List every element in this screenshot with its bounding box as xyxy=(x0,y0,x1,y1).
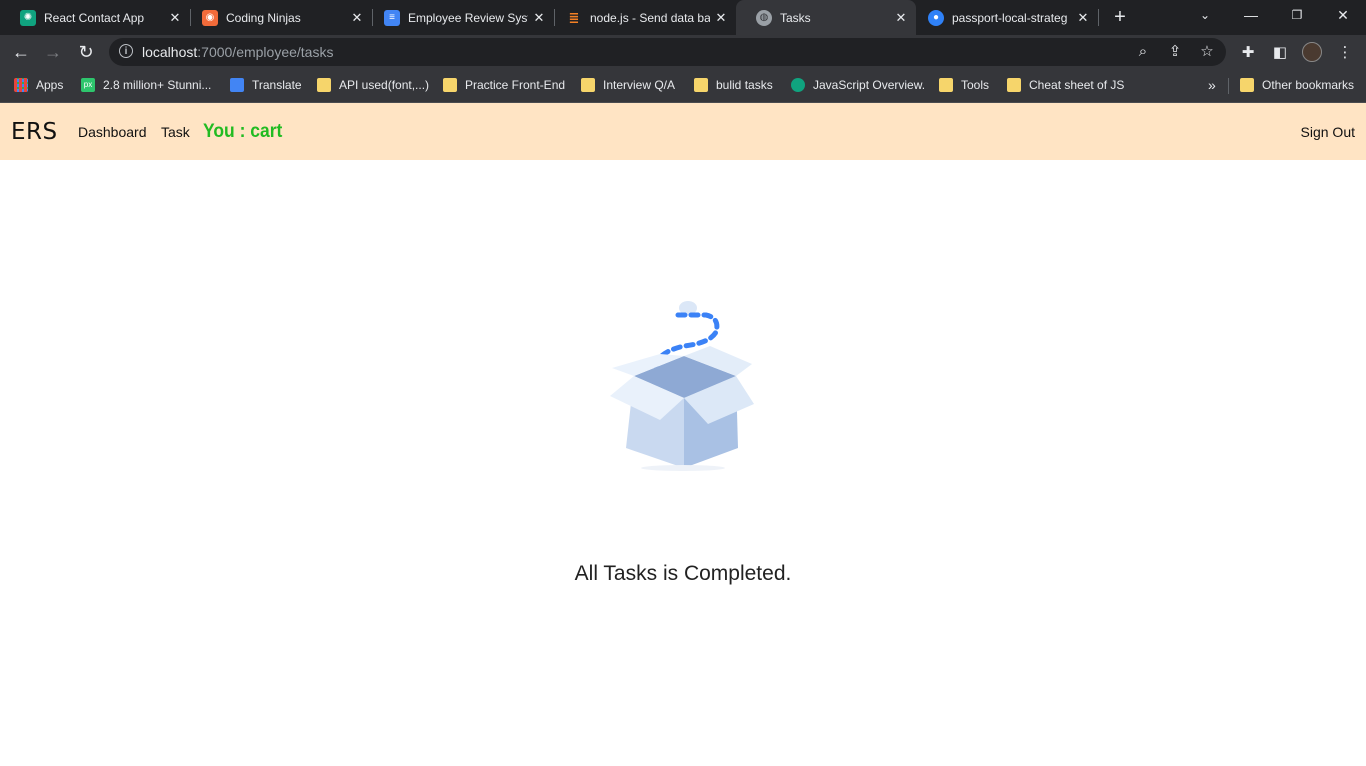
bookmark-apps[interactable]: Apps xyxy=(14,77,63,93)
bookmark-api-used[interactable]: API used(font,...) xyxy=(317,77,429,93)
url-path: :7000/employee/tasks xyxy=(197,44,334,60)
url-text[interactable]: localhost:7000/employee/tasks xyxy=(142,44,333,60)
folder-icon xyxy=(1240,78,1254,92)
openai-icon: ✺ xyxy=(20,9,36,26)
extensions-icon[interactable]: ✚ xyxy=(1238,43,1258,63)
bookmark-label: Apps xyxy=(36,78,64,92)
bookmarks-overflow-icon[interactable]: » xyxy=(1208,77,1216,93)
bookmark-label: Interview Q/A xyxy=(603,78,676,92)
github-icon: ● xyxy=(928,9,944,26)
side-panel-icon[interactable]: ◧ xyxy=(1270,43,1290,63)
browser-toolbar: ← → ↻ i localhost:7000/employee/tasks ⌕ … xyxy=(0,35,1366,69)
openai-icon xyxy=(791,78,805,92)
nav-task-link[interactable]: Task xyxy=(161,124,190,141)
tab-nodejs-send-data[interactable]: ≣ node.js - Send data ba ✕ xyxy=(546,0,736,35)
forward-icon[interactable]: → xyxy=(41,40,65,64)
reload-icon[interactable]: ↻ xyxy=(74,40,98,64)
folder-icon xyxy=(1007,78,1021,92)
sign-out-link[interactable]: Sign Out xyxy=(1301,124,1355,141)
browser-tab-strip: ✺ React Contact App ✕ ◉ Coding Ninjas ✕ … xyxy=(0,0,1366,35)
apps-grid-icon xyxy=(14,78,28,92)
nav-dashboard-link[interactable]: Dashboard xyxy=(78,124,147,141)
tab-title: passport-local-strateg xyxy=(952,10,1068,25)
bookmark-label: Tools xyxy=(961,78,990,92)
tab-title: React Contact App xyxy=(44,10,145,25)
close-icon[interactable]: ✕ xyxy=(710,10,732,26)
back-icon[interactable]: ← xyxy=(9,40,33,64)
window-close-icon[interactable]: ✕ xyxy=(1320,0,1366,30)
stackoverflow-icon: ≣ xyxy=(568,9,580,25)
bookmark-tools[interactable]: Tools xyxy=(939,77,989,93)
url-host: localhost xyxy=(142,44,198,60)
globe-icon: ◍ xyxy=(756,9,772,26)
bookmark-label: Translate xyxy=(252,78,302,92)
translate-icon xyxy=(230,78,244,92)
site-info-icon[interactable]: i xyxy=(119,44,133,58)
bookmarks-bar: Apps px 2.8 million+ Stunni... Translate… xyxy=(0,69,1366,103)
bookmark-label: Other bookmarks xyxy=(1262,78,1355,92)
new-tab-icon[interactable]: + xyxy=(1108,5,1132,29)
bookmark-label: JavaScript Overview. xyxy=(813,78,926,92)
tab-coding-ninjas[interactable]: ◉ Coding Ninjas ✕ xyxy=(182,0,372,35)
tab-title: node.js - Send data ba xyxy=(590,10,710,25)
minimize-icon[interactable]: — xyxy=(1228,0,1274,30)
folder-icon xyxy=(939,78,953,92)
tab-search-icon[interactable]: ⌄ xyxy=(1182,0,1228,30)
bookmark-translate[interactable]: Translate xyxy=(230,77,302,93)
tab-title: Coding Ninjas xyxy=(226,10,301,25)
bookmark-label: API used(font,...) xyxy=(339,78,430,92)
address-bar[interactable]: i localhost:7000/employee/tasks ⌕ ⇪ ☆ xyxy=(109,38,1226,66)
tab-tasks[interactable]: ◍ Tasks ✕ xyxy=(736,0,916,35)
bookmark-pixabay[interactable]: px 2.8 million+ Stunni... xyxy=(81,77,211,93)
ninja-icon: ◉ xyxy=(202,9,218,26)
box-shadow xyxy=(641,465,725,471)
folder-icon xyxy=(317,78,331,92)
tab-employee-review[interactable]: ≡ Employee Review Syst ✕ xyxy=(364,0,554,35)
bookmark-other-bookmarks[interactable]: Other bookmarks xyxy=(1240,77,1354,93)
bookmarks-divider xyxy=(1228,78,1229,94)
tab-title: Tasks xyxy=(780,10,811,25)
tab-title: Employee Review Syst xyxy=(408,10,528,25)
folder-icon xyxy=(443,78,457,92)
folder-icon xyxy=(581,78,595,92)
bookmark-interview-qa[interactable]: Interview Q/A xyxy=(581,77,675,93)
bookmark-label: bulid tasks xyxy=(716,78,773,92)
zoom-icon[interactable]: ⌕ xyxy=(1133,42,1153,62)
bookmark-javascript-overview[interactable]: JavaScript Overview. xyxy=(791,77,925,93)
docs-icon: ≡ xyxy=(384,9,400,26)
bookmark-practice-front-end[interactable]: Practice Front-End xyxy=(443,77,565,93)
star-icon[interactable]: ☆ xyxy=(1197,42,1217,62)
current-user-label: You : cart xyxy=(203,121,283,142)
more-menu-icon[interactable]: ⋮ xyxy=(1335,43,1355,63)
pixabay-icon: px xyxy=(81,78,95,92)
tab-passport-local[interactable]: ● passport-local-strateg ✕ xyxy=(908,0,1098,35)
brand-logo[interactable]: ERS xyxy=(11,120,58,144)
bookmark-label: 2.8 million+ Stunni... xyxy=(103,78,212,92)
bookmark-label: Practice Front-End xyxy=(465,78,566,92)
share-icon[interactable]: ⇪ xyxy=(1165,42,1185,62)
restore-icon[interactable]: ❐ xyxy=(1274,0,1320,30)
app-navbar: ERS Dashboard Task You : cart Sign Out xyxy=(0,103,1366,160)
bookmark-label: Cheat sheet of JS xyxy=(1029,78,1125,92)
bookmark-bulid-tasks[interactable]: bulid tasks xyxy=(694,77,773,93)
empty-box-illustration xyxy=(610,301,754,471)
tab-react-contact-app[interactable]: ✺ React Contact App ✕ xyxy=(0,0,190,35)
bookmark-cheat-sheet-js[interactable]: Cheat sheet of JS xyxy=(1007,77,1124,93)
folder-icon xyxy=(694,78,708,92)
profile-avatar[interactable] xyxy=(1302,42,1322,62)
tab-divider xyxy=(1098,9,1099,26)
empty-state-message: All Tasks is Completed. xyxy=(574,562,792,585)
close-icon[interactable]: ✕ xyxy=(1072,10,1094,26)
